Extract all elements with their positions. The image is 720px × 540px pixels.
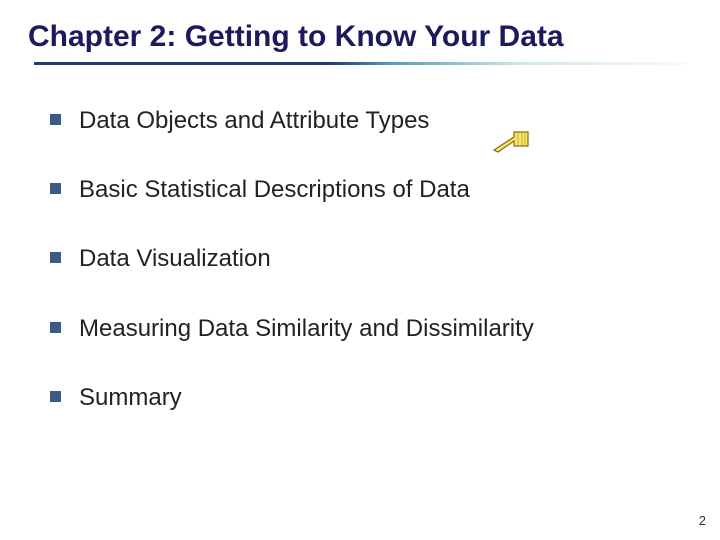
square-bullet-icon — [50, 114, 61, 125]
item-label: Basic Statistical Descriptions of Data — [79, 174, 470, 205]
square-bullet-icon — [50, 322, 61, 333]
square-bullet-icon — [50, 391, 61, 402]
content-list: Data Objects and Attribute Types Basic S… — [0, 65, 720, 413]
list-item: Summary — [50, 382, 670, 413]
item-label: Data Visualization — [79, 243, 271, 274]
list-item: Data Objects and Attribute Types — [50, 105, 670, 136]
item-label: Summary — [79, 382, 182, 413]
arrow-pointer-icon — [492, 128, 532, 158]
square-bullet-icon — [50, 252, 61, 263]
page-number: 2 — [699, 513, 706, 528]
slide-title: Chapter 2: Getting to Know Your Data — [0, 0, 720, 62]
list-item: Data Visualization — [50, 243, 670, 274]
square-bullet-icon — [50, 183, 61, 194]
list-item: Basic Statistical Descriptions of Data — [50, 174, 670, 205]
item-label: Measuring Data Similarity and Dissimilar… — [79, 313, 534, 344]
list-item: Measuring Data Similarity and Dissimilar… — [50, 313, 670, 344]
item-label: Data Objects and Attribute Types — [79, 105, 429, 136]
